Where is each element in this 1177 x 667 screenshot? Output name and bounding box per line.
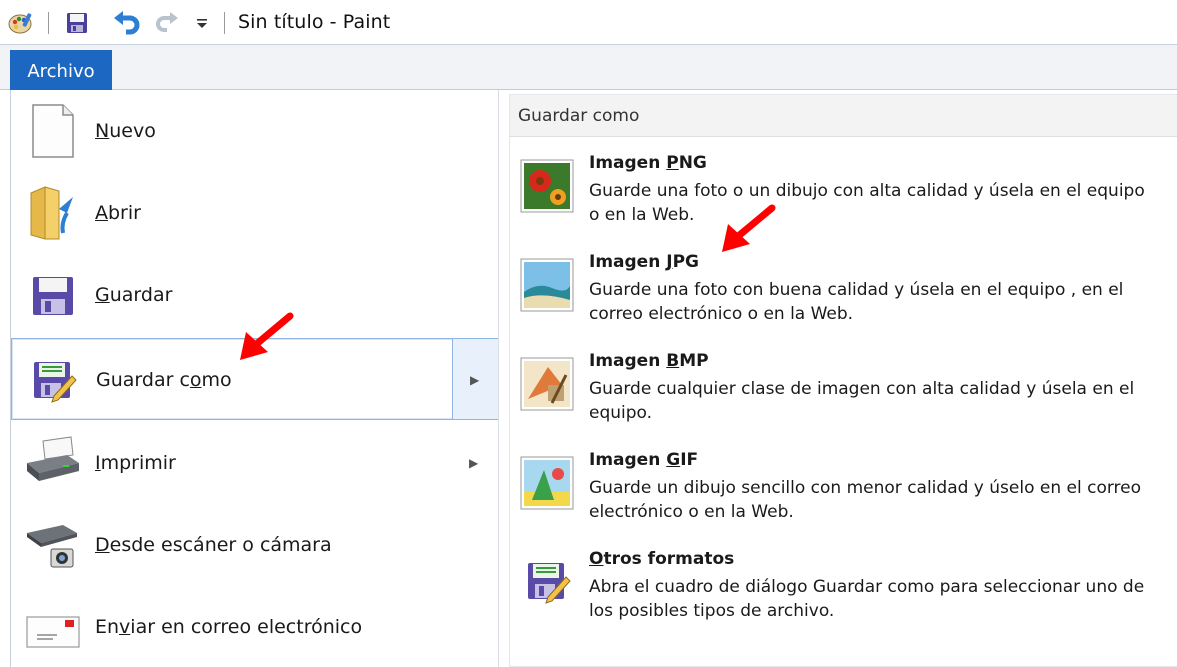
format-title: Imagen BMP <box>589 351 709 371</box>
redo-icon[interactable] <box>152 8 182 38</box>
email-icon <box>23 597 83 657</box>
format-gif[interactable]: Imagen GIF Guarde un dibujo sencillo con… <box>510 450 1177 550</box>
title-bar: Sin título - Paint <box>0 0 1177 44</box>
ribbon-tab-strip: Archivo <box>0 44 1177 92</box>
other-formats-icon <box>518 553 576 611</box>
submenu-arrow-icon: ▶ <box>470 373 480 387</box>
format-jpg[interactable]: Imagen JPG Guarde una foto con buena cal… <box>510 252 1177 352</box>
new-document-icon <box>23 101 83 161</box>
menu-item-print[interactable]: Imprimir ▶ <box>11 422 498 504</box>
menu-item-label: En v iar en correo electrónico <box>95 616 363 638</box>
format-title: Imagen GIF <box>589 450 699 470</box>
save-icon[interactable] <box>62 8 92 38</box>
gif-image-icon <box>518 454 576 512</box>
save-icon <box>23 265 83 325</box>
menu-item-open[interactable]: Abrir <box>11 172 498 254</box>
save-as-panel: Guardar como Imagen PNG Guarde una foto … <box>509 94 1177 667</box>
window-title: Sin título - Paint <box>238 11 391 33</box>
format-description: Guarde una foto con buena calidad y úsel… <box>589 280 1124 324</box>
format-title: Otros formatos <box>589 549 735 569</box>
jpg-image-icon <box>518 256 576 314</box>
open-folder-icon <box>23 183 83 243</box>
toolbar-separator <box>48 12 49 34</box>
save-as-icon <box>24 350 84 410</box>
scanner-camera-icon <box>23 515 83 575</box>
menu-item-label: Abrir <box>95 202 141 224</box>
format-description: Guarde cualquier clase de imagen con alt… <box>589 379 1135 423</box>
format-title: Imagen PNG <box>589 153 707 173</box>
file-menu: Nuevo Abrir G uardar Guardar c o mo ▶ I … <box>10 90 1177 667</box>
format-description: Guarde una foto o un dibujo con alta cal… <box>589 181 1145 225</box>
bmp-image-icon <box>518 355 576 413</box>
customize-dropdown-icon[interactable] <box>192 8 212 38</box>
file-menu-commands: Nuevo Abrir G uardar Guardar c o mo ▶ I … <box>11 90 499 667</box>
menu-item-label: Guardar c o mo <box>96 369 232 391</box>
png-image-icon <box>518 157 576 215</box>
menu-item-new[interactable]: Nuevo <box>11 90 498 172</box>
format-description: Guarde un dibujo sencillo con menor cali… <box>589 478 1142 522</box>
format-png[interactable]: Imagen PNG Guarde una foto o un dibujo c… <box>510 153 1177 253</box>
menu-item-label: Imprimir <box>95 452 176 474</box>
format-title: Imagen JPG <box>589 252 699 272</box>
panel-heading: Guardar como <box>510 95 1177 137</box>
format-other[interactable]: Otros formatos Abra el cuadro de diálogo… <box>510 549 1177 649</box>
menu-item-label: Desde escáner o cámara <box>95 534 332 556</box>
menu-item-email[interactable]: En v iar en correo electrónico <box>11 586 498 667</box>
format-description: Abra el cuadro de diálogo Guardar como p… <box>589 577 1145 621</box>
undo-icon[interactable] <box>110 8 144 38</box>
tab-archivo[interactable]: Archivo <box>10 50 112 92</box>
printer-icon <box>23 433 83 493</box>
menu-item-scanner-camera[interactable]: Desde escáner o cámara <box>11 504 498 586</box>
paint-app-icon[interactable] <box>6 8 36 38</box>
toolbar-separator <box>224 12 225 34</box>
format-bmp[interactable]: Imagen BMP Guarde cualquier clase de ima… <box>510 351 1177 451</box>
menu-item-label: Nuevo <box>95 120 156 142</box>
submenu-arrow-icon: ▶ <box>469 456 479 470</box>
annotation-arrow-save-as <box>240 312 294 360</box>
annotation-arrow-jpg <box>722 204 776 252</box>
menu-item-label: Guardar <box>95 284 173 306</box>
